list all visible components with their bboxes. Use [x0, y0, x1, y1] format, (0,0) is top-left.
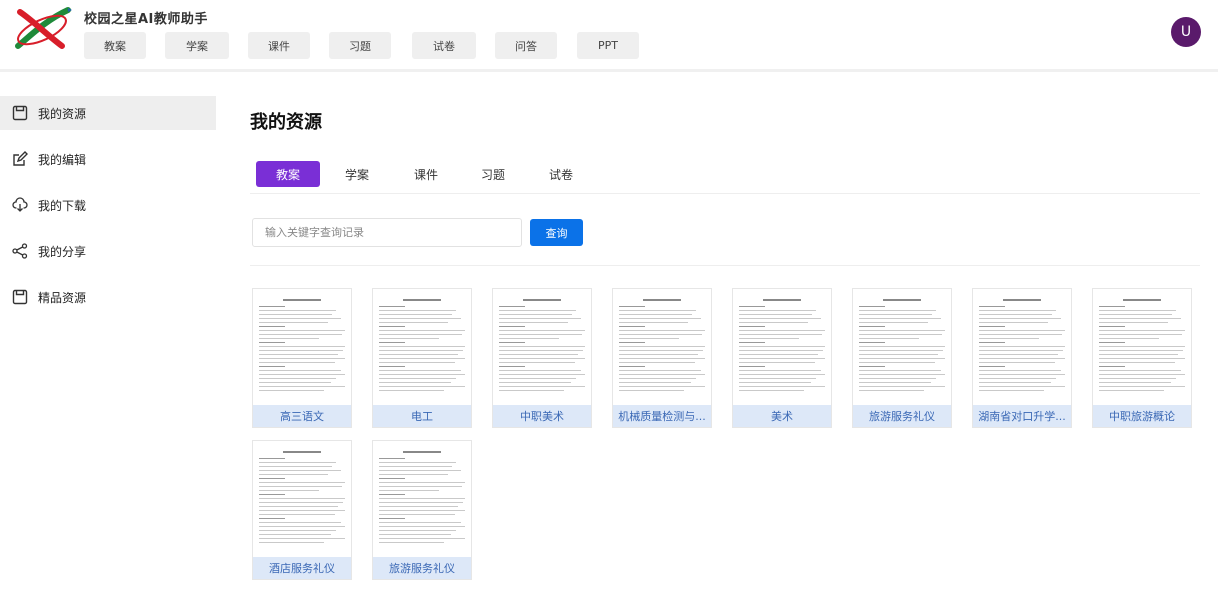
edit-icon	[13, 151, 28, 166]
save-icon	[12, 289, 28, 305]
topnav-study-plan[interactable]: 学案	[165, 32, 229, 59]
tab-exercises[interactable]: 习题	[472, 161, 514, 187]
document-thumbnail	[373, 441, 471, 557]
topnav-exam[interactable]: 试卷	[412, 32, 476, 59]
resource-card[interactable]: 美术	[732, 288, 832, 428]
resource-card[interactable]: 旅游服务礼仪	[852, 288, 952, 428]
resource-card[interactable]: 酒店服务礼仪	[252, 440, 352, 580]
cloud-download-icon	[12, 197, 28, 212]
sidebar-item-label: 我的分享	[38, 244, 87, 259]
document-thumbnail	[493, 289, 591, 405]
sidebar-item-label: 精品资源	[38, 290, 87, 305]
resource-card-label: 机械质量检测与...	[613, 405, 711, 427]
topnav-ppt[interactable]: PPT	[577, 32, 639, 59]
resource-card[interactable]: 高三语文	[252, 288, 352, 428]
document-thumbnail	[853, 289, 951, 405]
resource-card-label: 旅游服务礼仪	[373, 557, 471, 579]
tab-study-plan[interactable]: 学案	[336, 161, 378, 187]
resource-card[interactable]: 中职旅游概论	[1092, 288, 1192, 428]
logo-icon	[15, 7, 72, 49]
save-icon	[12, 105, 28, 121]
resource-card[interactable]: 旅游服务礼仪	[372, 440, 472, 580]
resource-card-label: 旅游服务礼仪	[853, 405, 951, 427]
document-thumbnail	[253, 441, 351, 557]
resource-card[interactable]: 电工	[372, 288, 472, 428]
document-thumbnail	[973, 289, 1071, 405]
sidebar-item-label: 我的资源	[38, 106, 87, 121]
resource-card[interactable]: 机械质量检测与...	[612, 288, 712, 428]
search-row: 查询	[250, 218, 1200, 266]
tab-lesson-plan[interactable]: 教案	[256, 161, 320, 187]
resource-card-label: 酒店服务礼仪	[253, 557, 351, 579]
topnav-exercises[interactable]: 习题	[329, 32, 391, 59]
resource-tabs: 教案 学案 课件 习题 试卷	[250, 160, 1200, 194]
topnav-courseware[interactable]: 课件	[248, 32, 310, 59]
sidebar-item-my-downloads[interactable]: 我的下载	[0, 188, 216, 222]
resource-card-label: 高三语文	[253, 405, 351, 427]
resource-card-label: 美术	[733, 405, 831, 427]
document-thumbnail	[373, 289, 471, 405]
sidebar-item-premium-resources[interactable]: 精品资源	[0, 280, 216, 314]
resource-card[interactable]: 湖南省对口升学...	[972, 288, 1072, 428]
sidebar-item-label: 我的下载	[38, 198, 87, 213]
page-title: 我的资源	[250, 112, 322, 133]
document-thumbnail	[253, 289, 351, 405]
search-button[interactable]: 查询	[530, 219, 583, 246]
tab-exam[interactable]: 试卷	[540, 161, 582, 187]
document-thumbnail	[613, 289, 711, 405]
user-avatar[interactable]: U	[1171, 17, 1201, 47]
top-header: 校园之星AI教师助手 教案 学案 课件 习题 试卷 问答 PPT U	[0, 0, 1218, 72]
sidebar: 我的资源 我的编辑 我的下载 我的分享 精品资源	[0, 86, 216, 326]
topnav-lesson-plan[interactable]: 教案	[84, 32, 146, 59]
share-icon	[12, 243, 28, 259]
document-thumbnail	[733, 289, 831, 405]
sidebar-item-my-shares[interactable]: 我的分享	[0, 234, 216, 268]
search-input[interactable]	[252, 218, 522, 247]
sidebar-item-my-edits[interactable]: 我的编辑	[0, 142, 216, 176]
resource-card[interactable]: 中职美术	[492, 288, 592, 428]
app-title: 校园之星AI教师助手	[84, 12, 208, 27]
resource-card-label: 电工	[373, 405, 471, 427]
resource-card-label: 中职美术	[493, 405, 591, 427]
resource-card-label: 湖南省对口升学...	[973, 405, 1071, 427]
topnav-qa[interactable]: 问答	[495, 32, 557, 59]
document-thumbnail	[1093, 289, 1191, 405]
resource-card-label: 中职旅游概论	[1093, 405, 1191, 427]
sidebar-item-my-resources[interactable]: 我的资源	[0, 96, 216, 130]
sidebar-item-label: 我的编辑	[38, 152, 87, 167]
tab-courseware[interactable]: 课件	[405, 161, 447, 187]
